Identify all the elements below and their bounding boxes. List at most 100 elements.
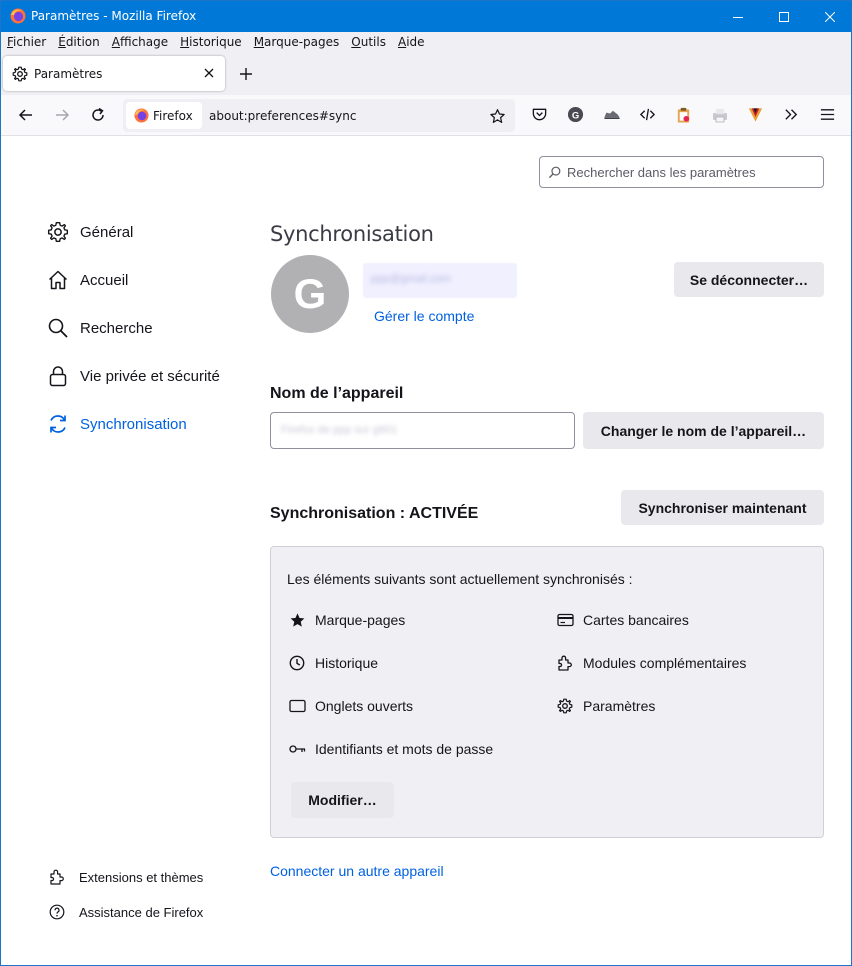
- url-text[interactable]: about:preferences#sync: [209, 109, 356, 123]
- developer-tools-icon[interactable]: [639, 106, 656, 123]
- gear-icon: [47, 221, 69, 243]
- identity-box[interactable]: Firefox: [126, 102, 202, 129]
- sidebar-support-link[interactable]: Assistance de Firefox: [49, 904, 203, 920]
- sneaker-icon[interactable]: [603, 106, 621, 123]
- disconnect-button[interactable]: Se déconnecter…: [674, 262, 824, 297]
- menu-bar: Fichier Édition Affichage Historique Mar…: [1, 32, 851, 52]
- sidebar-item-synchronisation[interactable]: Synchronisation: [47, 411, 187, 437]
- maximize-button[interactable]: [761, 1, 807, 32]
- forward-icon[interactable]: [53, 106, 71, 124]
- sidebar-item-label: Accueil: [80, 271, 129, 289]
- synced-engines-intro: Les éléments suivants sont actuellement …: [287, 571, 633, 587]
- tab-label: Paramètres: [34, 67, 103, 81]
- menu-aide[interactable]: Aide: [398, 35, 425, 49]
- sidebar-extensions-link[interactable]: Extensions et thèmes: [49, 868, 203, 886]
- maximize-icon: [779, 11, 789, 22]
- modify-engines-button[interactable]: Modifier…: [291, 782, 394, 818]
- close-tab-icon[interactable]: [202, 66, 216, 80]
- navigation-bar: Firefox about:preferences#sync G: [1, 95, 851, 136]
- clock-icon: [288, 654, 306, 672]
- lock-icon: [47, 365, 69, 387]
- help-icon: [49, 904, 67, 920]
- search-icon: [47, 317, 69, 339]
- new-tab-icon[interactable]: [238, 66, 254, 82]
- device-name-heading: Nom de l’appareil: [270, 385, 404, 402]
- menu-affichage[interactable]: Affichage: [112, 35, 168, 49]
- engine-label: Historique: [315, 655, 379, 671]
- sidebar-item-vie-privee[interactable]: Vie privée et sécurité: [47, 363, 220, 389]
- engine-label: Identifiants et mots de passe: [315, 741, 494, 757]
- avatar: G: [271, 255, 349, 333]
- menu-outils[interactable]: Outils: [351, 35, 386, 49]
- hamburger-menu-icon[interactable]: [819, 106, 836, 123]
- firefox-logo-icon: [134, 108, 149, 123]
- pocket-icon[interactable]: [531, 106, 548, 123]
- gear-icon: [556, 697, 574, 715]
- sidebar-item-label: Général: [80, 223, 134, 241]
- identity-label: Firefox: [153, 109, 193, 123]
- reload-icon[interactable]: [89, 106, 107, 124]
- search-icon: [548, 166, 561, 179]
- window-title: Paramètres - Mozilla Firefox: [31, 9, 197, 23]
- engine-prefs: Paramètres: [556, 697, 655, 715]
- sync-now-button[interactable]: Synchroniser maintenant: [621, 490, 824, 525]
- engine-credit-cards: Cartes bancaires: [556, 611, 689, 629]
- close-window-button[interactable]: [807, 1, 851, 32]
- menu-edition[interactable]: Édition: [58, 35, 100, 49]
- tab-icon: [288, 697, 306, 715]
- gear-icon: [12, 66, 28, 82]
- sidebar-item-label: Recherche: [80, 319, 153, 337]
- engine-label: Modules complémentaires: [583, 655, 747, 671]
- device-name-value: Firefox de ppp sur gtt01: [281, 424, 398, 436]
- minimize-icon: [733, 16, 743, 18]
- puzzle-icon: [49, 868, 67, 886]
- device-name-field[interactable]: Firefox de ppp sur gtt01: [270, 412, 575, 449]
- close-icon: [825, 11, 835, 22]
- print-edit-icon[interactable]: [711, 106, 729, 124]
- sidebar-item-label: Vie privée et sécurité: [80, 367, 220, 385]
- sync-icon: [47, 413, 69, 435]
- engine-addons: Modules complémentaires: [556, 654, 746, 672]
- browser-window: Paramètres - Mozilla Firefox Fichier Édi…: [0, 0, 852, 966]
- manage-account-link[interactable]: Gérer le compte: [374, 308, 474, 324]
- menu-marque-pages[interactable]: Marque-pages: [254, 35, 340, 49]
- clipboard-icon[interactable]: [675, 106, 692, 124]
- account-email-text: ppp@gmail.com: [371, 273, 451, 285]
- engine-bookmarks: Marque-pages: [288, 611, 405, 629]
- engine-label: Paramètres: [583, 698, 656, 714]
- key-icon: [288, 740, 306, 758]
- rename-device-button[interactable]: Changer le nom de l’appareil…: [583, 412, 824, 449]
- sidebar-item-general[interactable]: Général: [47, 219, 133, 245]
- credit-card-icon: [556, 611, 574, 629]
- engine-tabs: Onglets ouverts: [288, 697, 413, 715]
- settings-search-input[interactable]: Rechercher dans les paramètres: [539, 156, 824, 188]
- bookmark-star-icon[interactable]: [489, 108, 506, 125]
- menu-historique[interactable]: Historique: [180, 35, 242, 49]
- engine-label: Onglets ouverts: [315, 698, 414, 714]
- minimize-button[interactable]: [715, 1, 761, 32]
- vivaldi-v-icon[interactable]: [747, 106, 764, 124]
- sidebar-footer-label: Extensions et thèmes: [79, 869, 204, 885]
- connect-device-link[interactable]: Connecter un autre appareil: [270, 863, 444, 879]
- back-icon[interactable]: [17, 106, 35, 124]
- sidebar-footer-label: Assistance de Firefox: [79, 904, 204, 920]
- sidebar-item-recherche[interactable]: Recherche: [47, 315, 153, 341]
- sync-status-heading: Synchronisation : ACTIVÉE: [270, 505, 479, 522]
- search-placeholder: Rechercher dans les paramètres: [567, 165, 756, 180]
- account-email: ppp@gmail.com: [363, 263, 517, 298]
- engine-label: Marque-pages: [315, 612, 406, 628]
- title-bar: Paramètres - Mozilla Firefox: [1, 1, 851, 32]
- engine-logins: Identifiants et mots de passe: [288, 740, 493, 758]
- menu-fichier[interactable]: Fichier: [7, 35, 46, 49]
- sidebar-item-accueil[interactable]: Accueil: [47, 267, 128, 293]
- engine-label: Cartes bancaires: [583, 612, 689, 628]
- puzzle-icon: [556, 654, 574, 672]
- sidebar-item-label: Synchronisation: [80, 415, 187, 433]
- tab-parametres[interactable]: Paramètres: [3, 56, 225, 91]
- firefox-logo-icon: [10, 8, 26, 24]
- svg-text:G: G: [572, 110, 579, 121]
- overflow-chevrons-icon[interactable]: [783, 106, 800, 123]
- grammarly-icon[interactable]: G: [567, 106, 584, 123]
- url-bar[interactable]: Firefox about:preferences#sync: [123, 99, 515, 132]
- home-icon: [47, 269, 69, 291]
